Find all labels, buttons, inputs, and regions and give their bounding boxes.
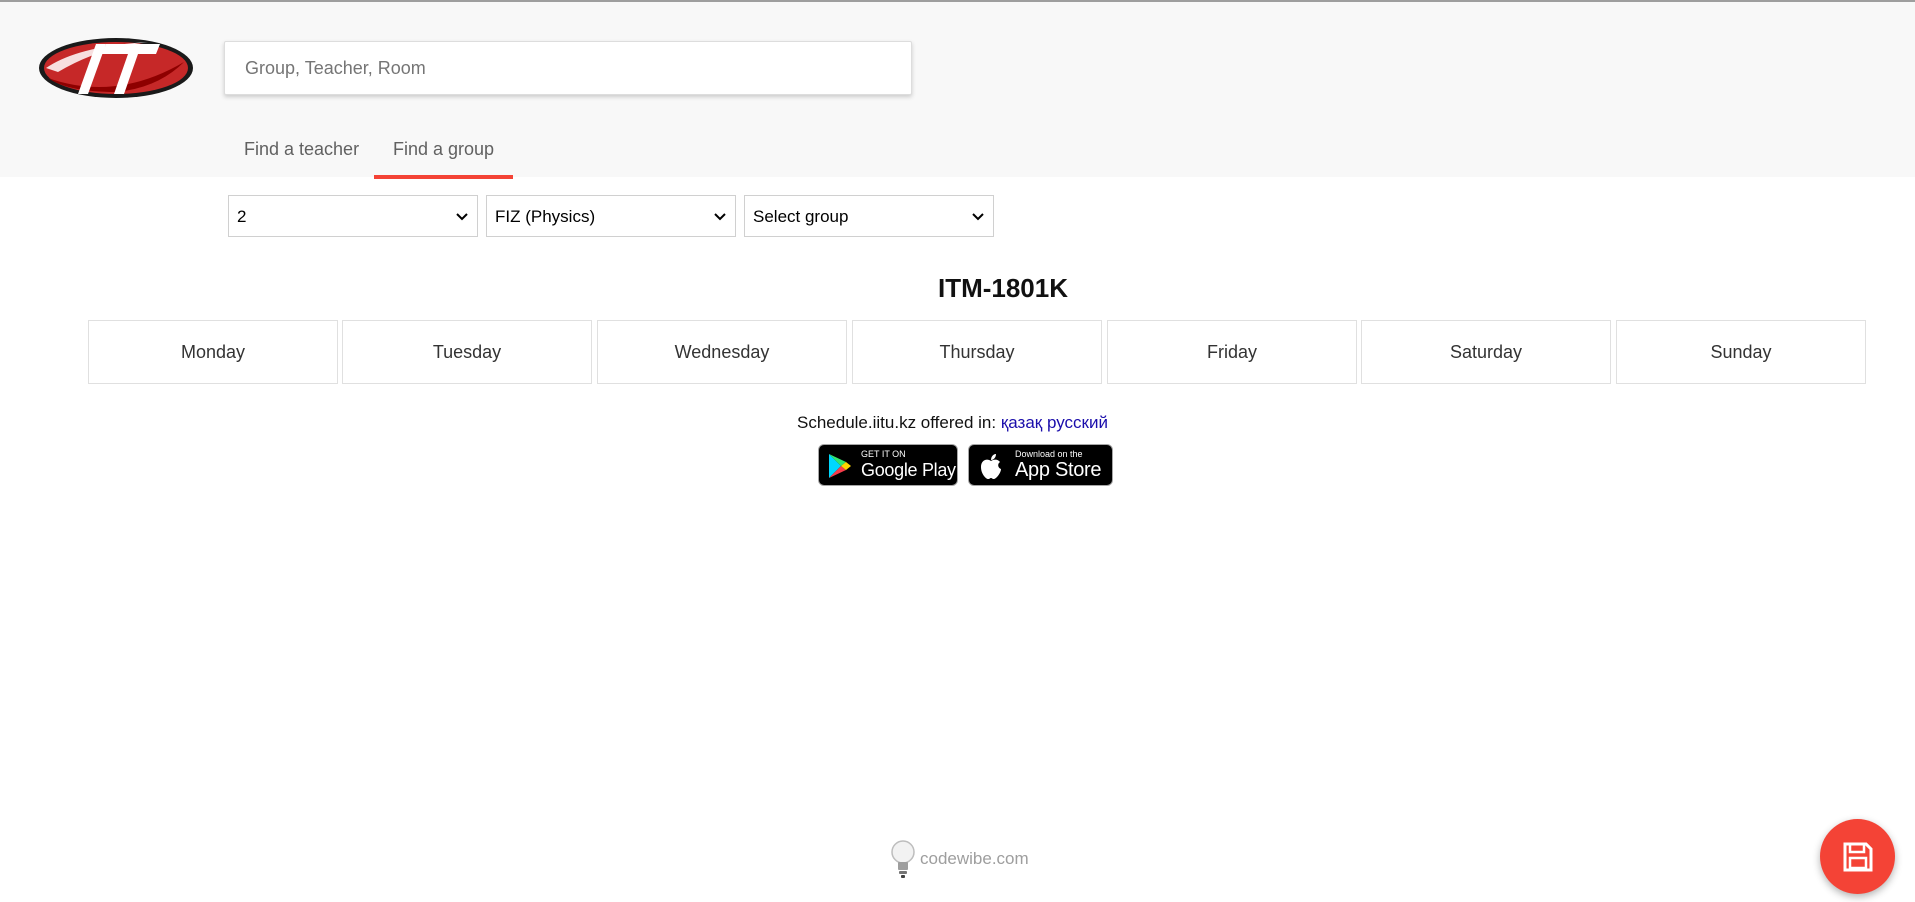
credit[interactable]: codewibe.com xyxy=(888,838,1029,880)
save-fab-button[interactable] xyxy=(1820,819,1895,894)
header: Find a teacher Find a group xyxy=(0,2,1915,179)
day-saturday[interactable]: Saturday xyxy=(1361,320,1611,384)
google-play-big-text: Google Play xyxy=(861,460,956,480)
course-select-value: 2 xyxy=(237,207,247,226)
course-select[interactable]: 2 xyxy=(228,195,478,237)
group-title: ITM-1801K xyxy=(937,273,1069,303)
app-store-badge[interactable]: Download on the App Store xyxy=(968,444,1113,486)
chevron-down-icon xyxy=(456,213,468,221)
day-monday[interactable]: Monday xyxy=(88,320,338,384)
language-link-russian[interactable]: русский xyxy=(1047,413,1108,432)
specialty-select[interactable]: FIZ (Physics) xyxy=(486,195,736,237)
apple-icon xyxy=(981,454,1001,479)
specialty-select-value: FIZ (Physics) xyxy=(495,207,596,226)
google-play-icon xyxy=(829,454,851,478)
language-offer: Schedule.iitu.kz offered in: қазақ русск… xyxy=(797,413,1108,433)
google-play-badge[interactable]: GET IT ON Google Play xyxy=(818,444,958,486)
day-thursday[interactable]: Thursday xyxy=(852,320,1102,384)
language-offer-text: Schedule.iitu.kz offered in: xyxy=(797,413,997,432)
tab-find-group[interactable]: Find a group xyxy=(374,125,514,179)
chevron-down-icon xyxy=(714,213,726,221)
app-store-small-text: Download on the xyxy=(1015,449,1083,459)
tab-find-teacher[interactable]: Find a teacher xyxy=(225,125,378,179)
credit-text: codewibe.com xyxy=(920,849,1029,868)
chevron-down-icon xyxy=(972,213,984,221)
google-play-small-text: GET IT ON xyxy=(861,449,906,459)
university-logo[interactable] xyxy=(38,32,194,104)
lightbulb-icon xyxy=(891,840,915,878)
day-wednesday[interactable]: Wednesday xyxy=(597,320,847,384)
day-sunday[interactable]: Sunday xyxy=(1616,320,1866,384)
group-select-value: Select group xyxy=(753,207,849,226)
group-select[interactable]: Select group xyxy=(744,195,994,237)
save-icon xyxy=(1843,842,1872,871)
day-tuesday[interactable]: Tuesday xyxy=(342,320,592,384)
search-input[interactable] xyxy=(224,41,912,95)
day-friday[interactable]: Friday xyxy=(1107,320,1357,384)
language-link-kazakh[interactable]: қазақ xyxy=(1001,413,1042,432)
app-store-big-text: App Store xyxy=(1015,459,1102,481)
